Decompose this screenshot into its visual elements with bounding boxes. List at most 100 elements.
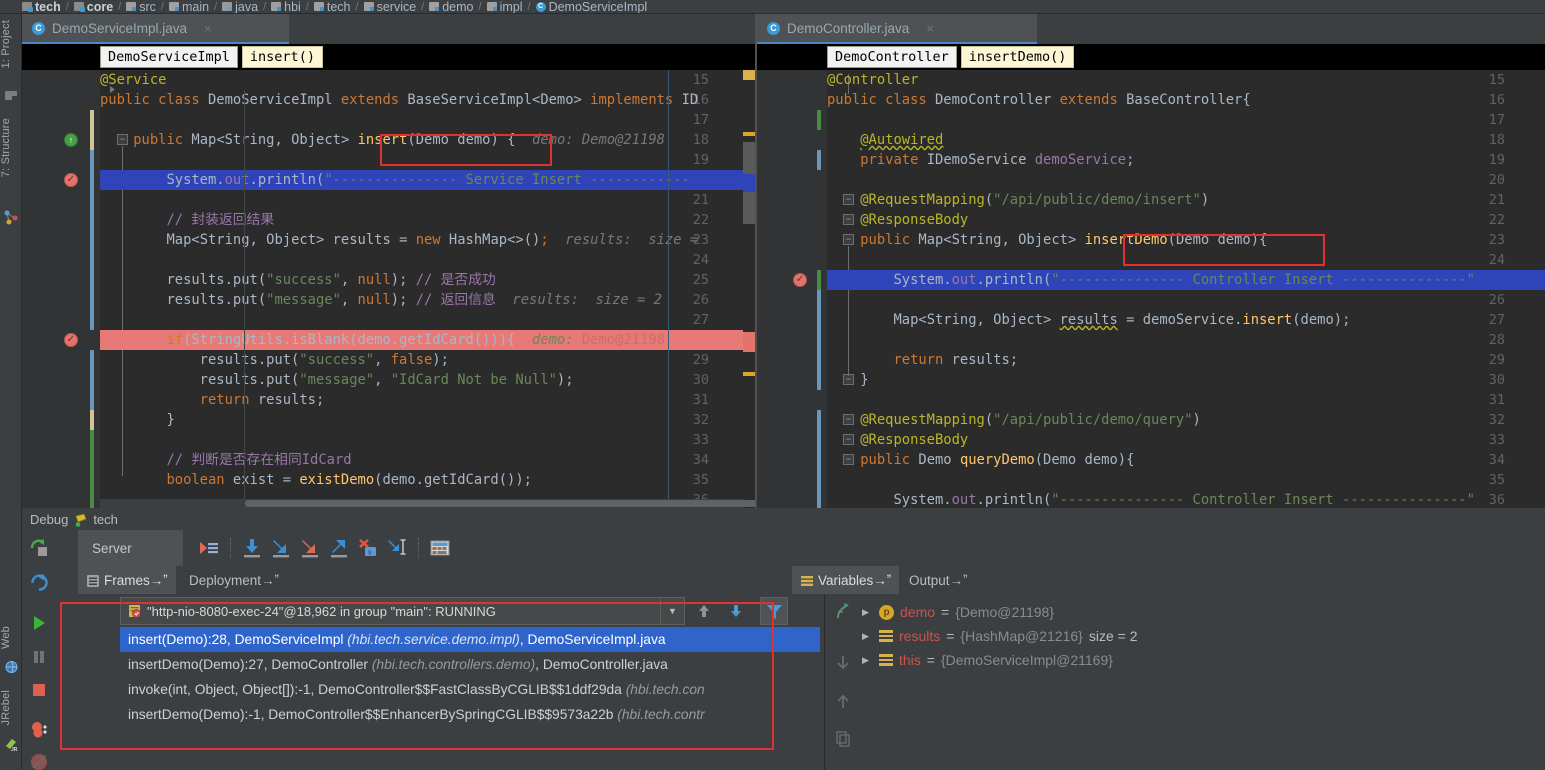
- code-line[interactable]: @RequestMapping("/api/public/demo/query"…: [827, 410, 1201, 430]
- resume-program-button[interactable]: [29, 613, 49, 633]
- code-line[interactable]: private IDemoService demoService;: [827, 150, 1134, 170]
- tab-frames[interactable]: Frames→ˮ: [78, 566, 176, 594]
- tab-democontroller-java[interactable]: C DemoController.java ×: [757, 14, 1037, 44]
- frames-list[interactable]: insert(Demo):28, DemoServiceImpl (hbi.te…: [120, 627, 820, 762]
- breakpoint-icon[interactable]: ✓: [793, 273, 807, 287]
- mute-breakpoints-button[interactable]: [29, 752, 49, 770]
- show-execution-point-button[interactable]: [196, 535, 222, 561]
- code-line[interactable]: @Service: [100, 70, 166, 90]
- sidebar-item-jrebel[interactable]: JRebel: [0, 686, 22, 729]
- code-line[interactable]: @Autowired: [827, 130, 943, 150]
- code-line[interactable]: System.out.println("--------------- Cont…: [827, 270, 1475, 290]
- code-text-left[interactable]: @Servicepublic class DemoServiceImpl ext…: [100, 70, 755, 508]
- code-line[interactable]: @ResponseBody: [827, 430, 968, 450]
- breadcrumb-chip-class[interactable]: DemoController: [827, 46, 957, 68]
- frame-down-button[interactable]: [725, 597, 747, 625]
- breadcrumb-item-main[interactable]: main: [169, 0, 209, 14]
- frame-up-button[interactable]: [693, 597, 715, 625]
- sidebar-item-structure[interactable]: 7: Structure: [0, 114, 22, 181]
- tab-demoserviceimpl-java[interactable]: C DemoServiceImpl.java ×: [22, 14, 289, 44]
- evaluate-expression-button[interactable]: [427, 535, 453, 561]
- breadcrumb-item-tech[interactable]: tech: [314, 0, 351, 14]
- rerun-button[interactable]: [29, 538, 49, 558]
- variable-row[interactable]: ▶this={DemoServiceImpl@21169}: [862, 648, 1545, 672]
- breadcrumb-item-demo[interactable]: demo: [429, 0, 473, 14]
- code-line[interactable]: @RequestMapping("/api/public/demo/insert…: [827, 190, 1209, 210]
- run-to-cursor-button[interactable]: [384, 535, 410, 561]
- code-line[interactable]: @Controller: [827, 70, 918, 90]
- code-line[interactable]: results.put("success", false);: [100, 350, 449, 370]
- code-line[interactable]: results.put("success", null); // 是否成功: [100, 270, 496, 290]
- code-line[interactable]: Map<String, Object> results = demoServic…: [827, 310, 1350, 330]
- expand-arrow-icon[interactable]: ▶: [862, 655, 873, 666]
- breadcrumb-item-src[interactable]: src: [126, 0, 156, 14]
- sort-icon[interactable]: [835, 692, 851, 713]
- restart-button[interactable]: [29, 572, 49, 592]
- stop-button[interactable]: [29, 680, 49, 700]
- code-line[interactable]: Map<String, Object> results = new HashMa…: [100, 230, 698, 250]
- code-line[interactable]: @ResponseBody: [827, 210, 968, 230]
- frame-list-item[interactable]: insert(Demo):28, DemoServiceImpl (hbi.te…: [120, 627, 820, 652]
- code-text-right[interactable]: @Controllerpublic class DemoController e…: [827, 70, 1545, 508]
- step-out-button[interactable]: [326, 535, 352, 561]
- breadcrumb-item-core[interactable]: core: [74, 0, 113, 14]
- code-line[interactable]: // 封装返回结果: [100, 210, 274, 230]
- code-line[interactable]: System.out.println("--------------- Cont…: [827, 490, 1475, 508]
- error-stripe-left[interactable]: [743, 70, 755, 508]
- tab-variables[interactable]: Variables→ˮ: [792, 566, 899, 594]
- code-line[interactable]: }: [100, 410, 175, 430]
- breadcrumb-chip-method[interactable]: insert(): [242, 46, 323, 68]
- close-icon[interactable]: ×: [204, 21, 212, 36]
- code-line[interactable]: }: [827, 370, 869, 390]
- code-line[interactable]: results.put("message", "IdCard Not be Nu…: [100, 370, 574, 390]
- tab-output[interactable]: Output→ˮ: [901, 566, 976, 594]
- breadcrumb-chip-class[interactable]: DemoServiceImpl: [100, 46, 238, 68]
- copy-icon[interactable]: [835, 730, 851, 751]
- code-line[interactable]: return results;: [100, 390, 324, 410]
- horizontal-scrollbar-left[interactable]: [100, 499, 743, 508]
- add-watch-icon[interactable]: [835, 654, 851, 675]
- step-into-button[interactable]: [268, 535, 294, 561]
- panel-divider[interactable]: [824, 594, 825, 770]
- breadcrumb-item-demoserviceimpl[interactable]: CDemoServiceImpl: [536, 0, 648, 14]
- code-line[interactable]: public class DemoServiceImpl extends Bas…: [100, 90, 698, 110]
- variables-list[interactable]: ▶pdemo={Demo@21198}▶results={HashMap@212…: [862, 600, 1545, 770]
- breakpoint-icon[interactable]: ✓: [64, 173, 78, 187]
- step-over-button[interactable]: [239, 535, 265, 561]
- code-line[interactable]: if(StringUtils.isBlank(demo.getIdCard())…: [100, 330, 665, 350]
- code-line[interactable]: results.put("message", null); // 返回信息 re…: [100, 290, 662, 310]
- code-pane-left[interactable]: ↑ ✓ ✓ − 15161718192021222324252627282930…: [22, 70, 755, 508]
- editor-gutter-left[interactable]: [22, 70, 100, 508]
- variable-row[interactable]: ▶pdemo={Demo@21198}: [862, 600, 1545, 624]
- chevron-down-icon[interactable]: ▼: [660, 598, 684, 624]
- watch-icon[interactable]: [834, 602, 854, 625]
- thread-selector-combo[interactable]: "http-nio-8080-exec-24"@18,962 in group …: [120, 597, 685, 625]
- code-line[interactable]: return results;: [827, 350, 1018, 370]
- breakpoint-icon[interactable]: ✓: [64, 333, 78, 347]
- drop-frame-button[interactable]: s: [355, 535, 381, 561]
- frame-list-item[interactable]: insertDemo(Demo):-1, DemoController$$Enh…: [120, 702, 820, 727]
- code-line[interactable]: public Map<String, Object> insert(Demo d…: [100, 130, 665, 150]
- frame-list-item[interactable]: invoke(int, Object, Object[]):-1, DemoCo…: [120, 677, 820, 702]
- code-line[interactable]: public Map<String, Object> insertDemo(De…: [827, 230, 1267, 250]
- code-pane-right[interactable]: ✓ − − − − − − − 151617181920212223242526…: [757, 70, 1545, 508]
- variable-row[interactable]: ▶results={HashMap@21216}size = 2: [862, 624, 1545, 648]
- code-line[interactable]: public Demo queryDemo(Demo demo){: [827, 450, 1134, 470]
- filter-frames-button[interactable]: [760, 597, 788, 625]
- frame-list-item[interactable]: insertDemo(Demo):27, DemoController (hbi…: [120, 652, 820, 677]
- tab-deployment[interactable]: Deployment→ˮ: [181, 566, 287, 594]
- code-line[interactable]: boolean exist = existDemo(demo.getIdCard…: [100, 470, 532, 490]
- force-step-into-button[interactable]: [297, 535, 323, 561]
- expand-arrow-icon[interactable]: ▶: [862, 607, 873, 618]
- override-method-icon[interactable]: ↑: [64, 133, 78, 147]
- close-icon[interactable]: ×: [926, 21, 934, 36]
- breadcrumb-item-tech[interactable]: tech: [22, 0, 61, 14]
- code-line[interactable]: // 判断是否存在相同IdCard: [100, 450, 352, 470]
- breadcrumb-chip-method[interactable]: insertDemo(): [961, 46, 1075, 68]
- sidebar-item-web[interactable]: Web: [0, 622, 22, 653]
- breadcrumb-item-service[interactable]: service: [364, 0, 417, 14]
- view-breakpoints-button[interactable]: [29, 720, 49, 740]
- breadcrumb-item-java[interactable]: java: [222, 0, 258, 14]
- breadcrumb-item-impl[interactable]: impl: [487, 0, 523, 14]
- tab-server[interactable]: Server: [78, 530, 183, 566]
